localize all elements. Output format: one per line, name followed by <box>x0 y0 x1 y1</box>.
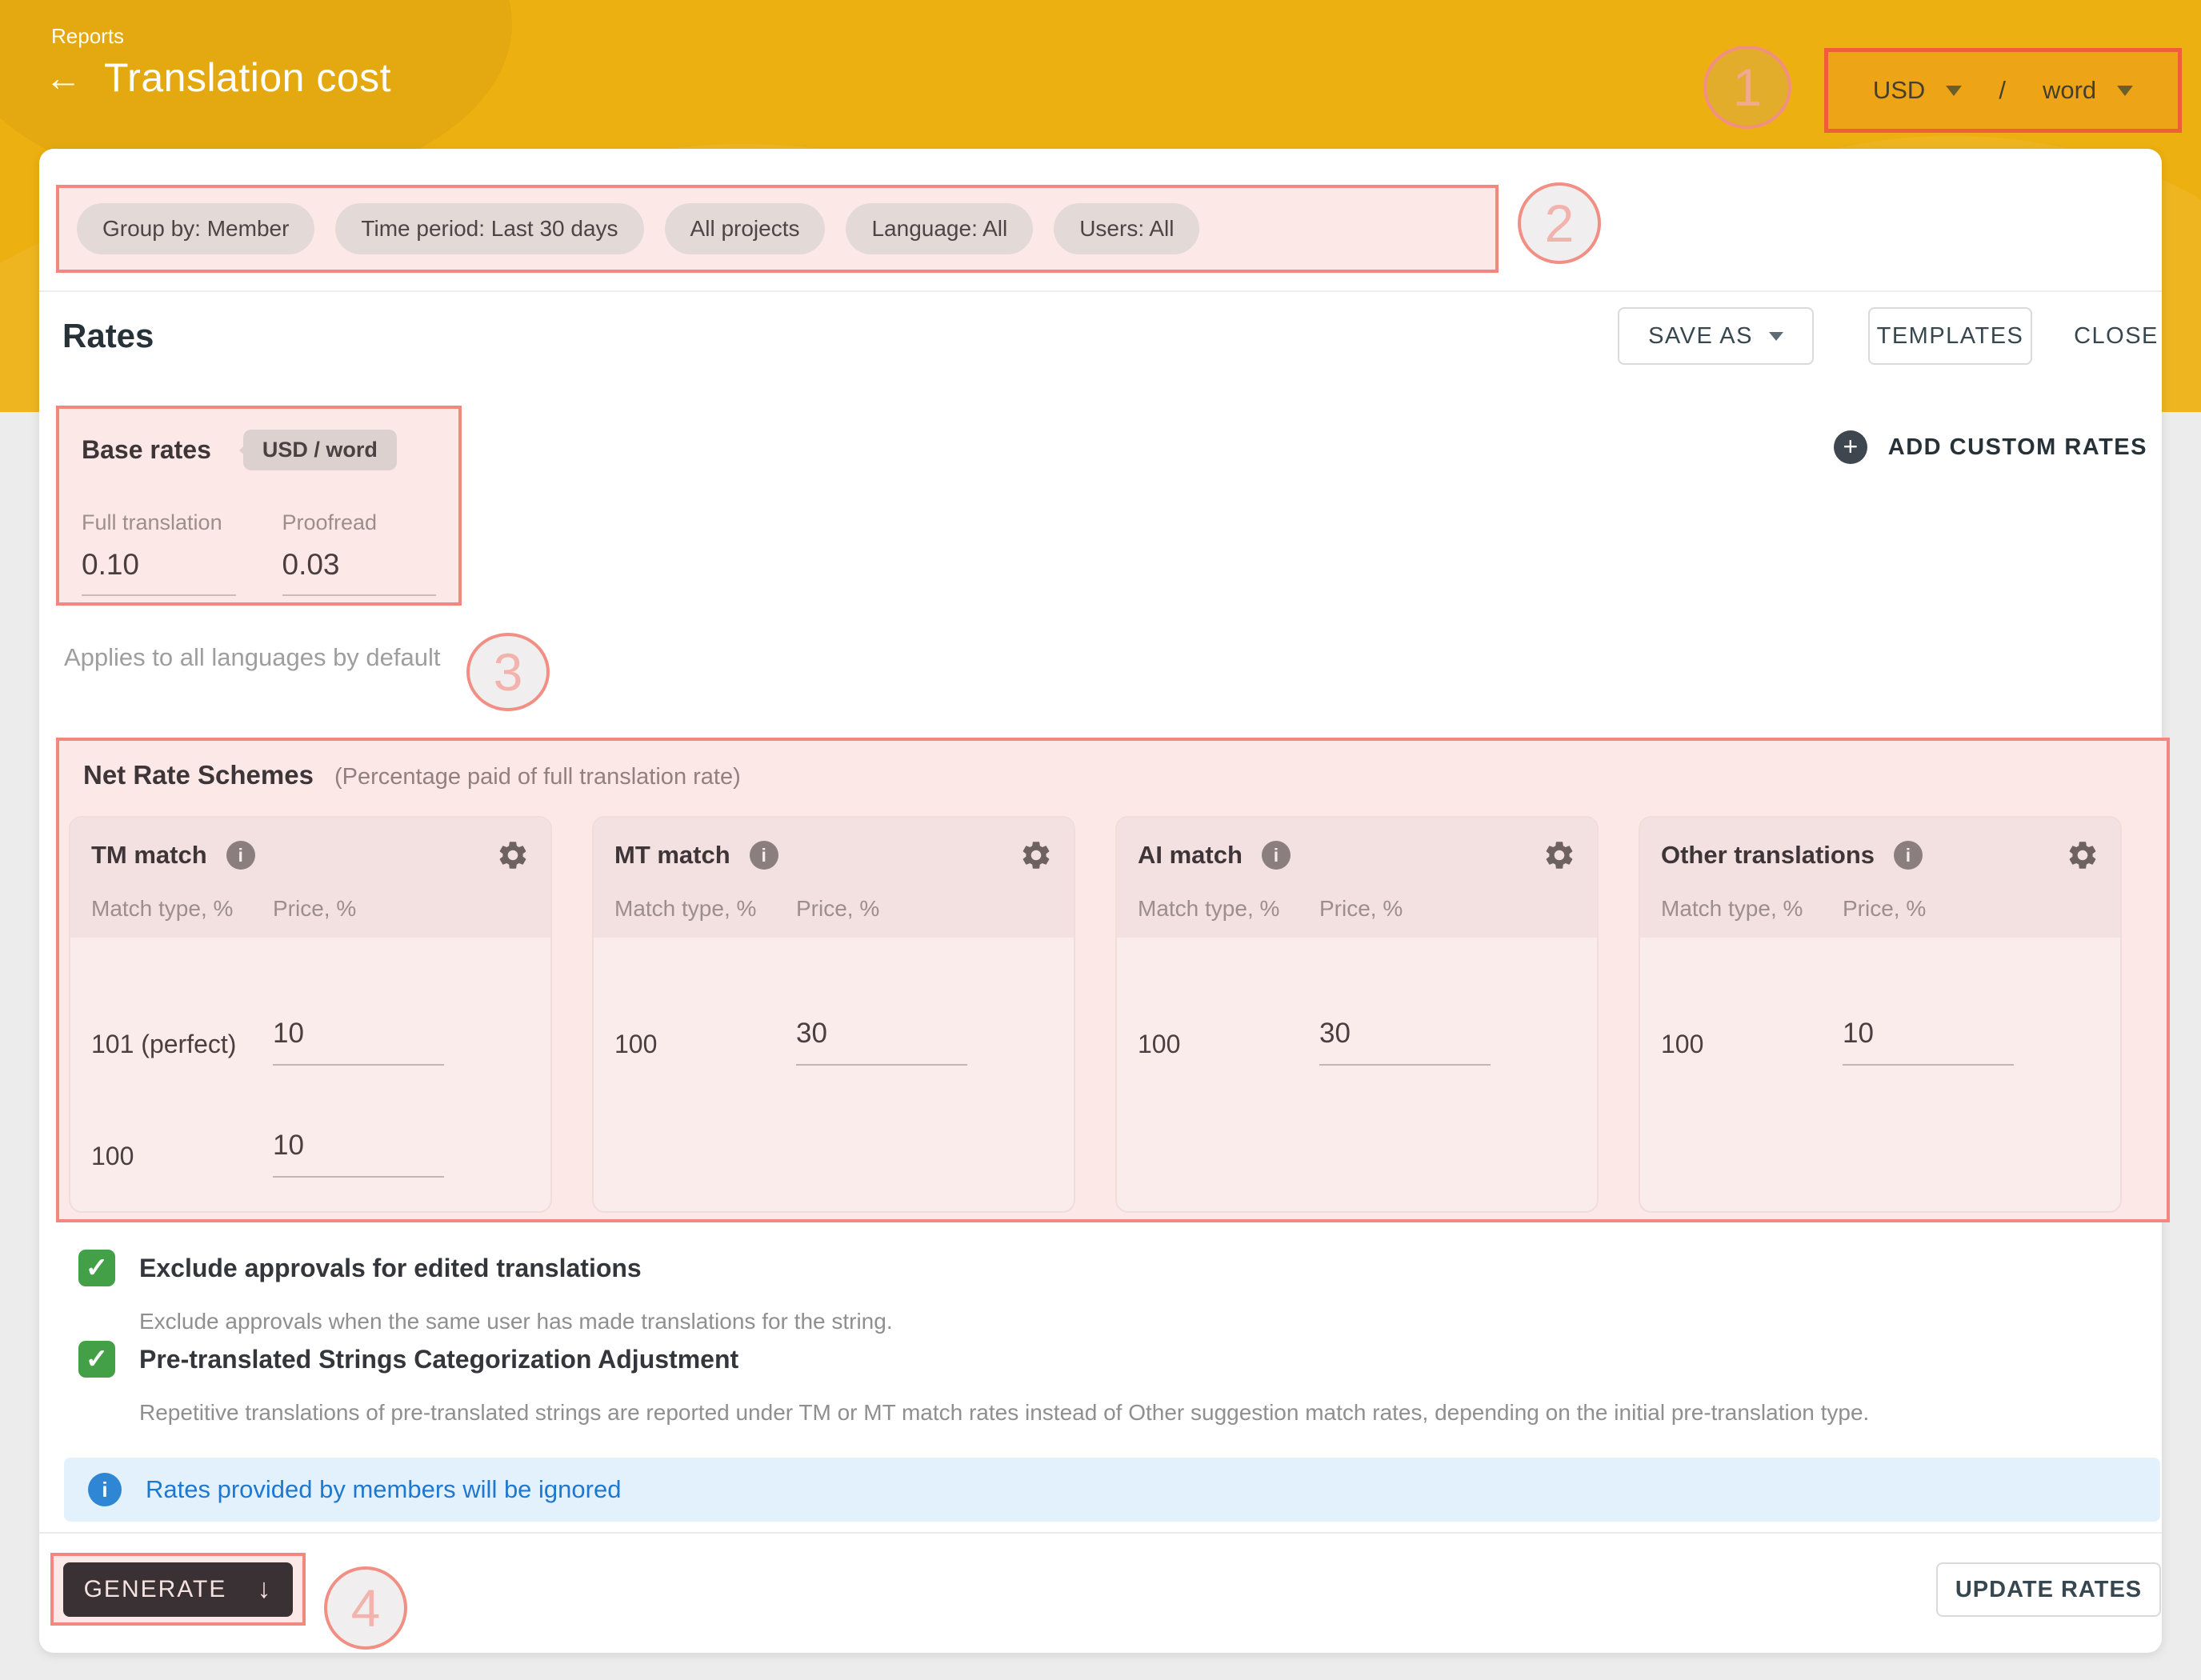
filter-chip-time-period[interactable]: Time period: Last 30 days <box>335 203 643 254</box>
report-settings-card: Group by: Member Time period: Last 30 da… <box>39 149 2162 1653</box>
currency-value: USD <box>1873 76 1925 105</box>
settings-gear-icon[interactable] <box>2066 838 2099 872</box>
net-rate-schemes-title: Net Rate Schemes <box>83 760 314 790</box>
info-icon[interactable]: i <box>226 841 255 870</box>
info-icon[interactable]: i <box>1262 841 1291 870</box>
net-rate-schemes-subtitle: (Percentage paid of full translation rat… <box>334 764 741 790</box>
info-icon[interactable]: i <box>1894 841 1923 870</box>
scheme-card-ai-match: AI match i Match type, % Price, % <box>1115 816 1599 1213</box>
price-input[interactable]: 10 <box>273 1130 444 1178</box>
currency-select[interactable]: USD <box>1873 76 1962 105</box>
rates-section-title: Rates <box>62 317 154 355</box>
currency-unit-separator: / <box>1999 76 2006 105</box>
match-type-column-header: Match type, % <box>1138 896 1319 922</box>
option-label: Pre-translated Strings Categorization Ad… <box>139 1345 738 1374</box>
info-banner: i Rates provided by members will be igno… <box>64 1458 2160 1522</box>
proofread-field: Proofread 0.03 <box>282 510 437 596</box>
section-divider <box>39 290 2162 292</box>
price-column-header: Price, % <box>796 896 879 922</box>
filter-chip-language[interactable]: Language: All <box>846 203 1033 254</box>
info-icon: i <box>88 1473 122 1506</box>
page-title: Translation cost <box>104 54 391 101</box>
breadcrumb: Reports <box>51 24 124 49</box>
match-type-column-header: Match type, % <box>614 896 796 922</box>
option-description: Repetitive translations of pre-translate… <box>139 1400 1869 1426</box>
match-type-column-header: Match type, % <box>91 896 273 922</box>
add-custom-rates-button[interactable]: + ADD CUSTOM RATES <box>1834 430 2147 464</box>
footer-divider <box>39 1532 2162 1534</box>
match-type-value: 100 <box>1138 1030 1319 1066</box>
info-icon[interactable]: i <box>750 841 778 870</box>
save-as-button[interactable]: SAVE AS <box>1618 307 1814 365</box>
scheme-title: AI match <box>1138 841 1243 870</box>
filter-chip-projects[interactable]: All projects <box>665 203 826 254</box>
chevron-down-icon <box>2117 86 2133 96</box>
close-button[interactable]: CLOSE <box>2071 307 2161 365</box>
add-custom-rates-label: ADD CUSTOM RATES <box>1888 434 2147 461</box>
match-type-value: 100 <box>1661 1030 1843 1066</box>
match-type-value: 101 (perfect) <box>91 1030 273 1066</box>
match-type-column-header: Match type, % <box>1661 896 1843 922</box>
option-pretranslated-adjustment: ✓ Pre-translated Strings Categorization … <box>78 1341 1869 1426</box>
price-input[interactable]: 30 <box>796 1018 967 1066</box>
settings-gear-icon[interactable] <box>496 838 530 872</box>
arrow-down-icon: ↓ <box>257 1574 272 1605</box>
plus-icon: + <box>1834 430 1867 464</box>
annotation-circle-4: 4 <box>324 1566 407 1650</box>
annotation-circle-3: 3 <box>466 633 550 711</box>
full-translation-field: Full translation 0.10 <box>82 510 236 596</box>
chevron-down-icon <box>1769 332 1783 341</box>
scheme-card-tm-match: TM match i Match type, % Price, % <box>69 816 552 1213</box>
price-input[interactable]: 30 <box>1319 1018 1491 1066</box>
checkbox-checked[interactable]: ✓ <box>78 1341 115 1378</box>
currency-unit-badge: USD / word <box>243 430 397 470</box>
base-rates-title: Base rates <box>82 435 211 465</box>
settings-gear-icon[interactable] <box>1543 838 1576 872</box>
generate-highlight-box: GENERATE ↓ <box>50 1553 306 1626</box>
match-type-value: 100 <box>614 1030 796 1066</box>
price-column-header: Price, % <box>1843 896 1926 922</box>
price-input[interactable]: 10 <box>273 1018 444 1066</box>
scheme-title: TM match <box>91 841 207 870</box>
filters-highlight-box: Group by: Member Time period: Last 30 da… <box>56 185 1499 273</box>
templates-button[interactable]: TEMPLATES <box>1868 307 2032 365</box>
back-arrow-icon[interactable]: ← <box>45 59 82 96</box>
update-rates-button[interactable]: UPDATE RATES <box>1936 1562 2161 1617</box>
scheme-card-other-translations: Other translations i Match type, % Price… <box>1639 816 2122 1213</box>
proofread-input[interactable]: 0.03 <box>282 548 437 596</box>
scheme-title: Other translations <box>1661 841 1875 870</box>
net-rate-schemes-highlight-box: Net Rate Schemes (Percentage paid of ful… <box>56 738 2170 1222</box>
generate-label: GENERATE <box>84 1576 227 1603</box>
price-input[interactable]: 10 <box>1843 1018 2014 1066</box>
price-column-header: Price, % <box>1319 896 1403 922</box>
annotation-circle-2: 2 <box>1518 182 1601 264</box>
option-description: Exclude approvals when the same user has… <box>139 1309 893 1334</box>
settings-gear-icon[interactable] <box>1019 838 1053 872</box>
chevron-down-icon <box>1946 86 1962 96</box>
translation-cost-page: Reports ← Translation cost USD / word 1 … <box>0 0 2201 1680</box>
currency-unit-highlight-box: USD / word <box>1824 48 2182 133</box>
full-translation-input[interactable]: 0.10 <box>82 548 236 596</box>
unit-select[interactable]: word <box>2043 76 2133 105</box>
checkbox-checked[interactable]: ✓ <box>78 1250 115 1286</box>
save-as-label: SAVE AS <box>1648 323 1753 350</box>
generate-button[interactable]: GENERATE ↓ <box>63 1562 293 1617</box>
annotation-circle-1: 1 <box>1703 46 1791 129</box>
full-translation-label: Full translation <box>82 510 236 535</box>
option-exclude-approvals: ✓ Exclude approvals for edited translati… <box>78 1250 893 1334</box>
filter-chip-group-by[interactable]: Group by: Member <box>77 203 314 254</box>
match-type-value: 100 <box>91 1142 273 1178</box>
applies-note: Applies to all languages by default <box>64 643 441 672</box>
base-rates-highlight-box: Base rates USD / word Full translation 0… <box>56 406 462 606</box>
scheme-card-mt-match: MT match i Match type, % Price, % <box>592 816 1075 1213</box>
scheme-title: MT match <box>614 841 730 870</box>
proofread-label: Proofread <box>282 510 437 535</box>
filter-chip-users[interactable]: Users: All <box>1054 203 1199 254</box>
price-column-header: Price, % <box>273 896 356 922</box>
option-label: Exclude approvals for edited translation… <box>139 1254 642 1283</box>
unit-value: word <box>2043 76 2096 105</box>
info-banner-text: Rates provided by members will be ignore… <box>146 1475 621 1504</box>
